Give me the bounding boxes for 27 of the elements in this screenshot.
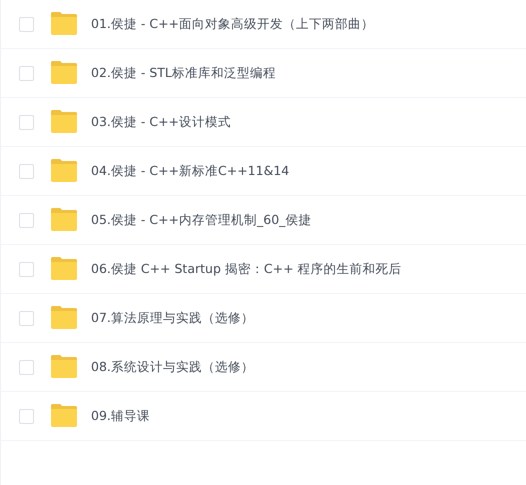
folder-name[interactable]: 09.辅导课 (91, 408, 150, 424)
folder-name[interactable]: 08.系统设计与实践（选修） (91, 358, 254, 376)
checkbox[interactable] (19, 408, 34, 424)
folder-name[interactable]: 01.侯捷 - C++面向对象高级开发（上下两部曲） (91, 16, 374, 32)
checkbox[interactable] (19, 212, 34, 228)
folder-icon (50, 61, 78, 85)
folder-icon (50, 306, 78, 330)
folder-name[interactable]: 05.侯捷 - C++内存管理机制_60_侯捷 (91, 212, 312, 228)
checkbox[interactable] (19, 310, 34, 326)
checkbox[interactable] (19, 262, 34, 276)
checkbox[interactable] (19, 16, 34, 32)
folder-icon (50, 208, 78, 232)
folder-icon (50, 404, 78, 428)
folder-icon (50, 12, 78, 36)
folder-icon (50, 159, 78, 183)
folder-icon (50, 110, 78, 134)
folder-name[interactable]: 06.侯捷 C++ Startup 揭密：C++ 程序的生前和死后 (91, 260, 402, 278)
folder-name[interactable]: 04.侯捷 - C++新标准C++11&14 (91, 162, 290, 180)
folder-name[interactable]: 03.侯捷 - C++设计模式 (91, 114, 232, 130)
folder-icon (50, 355, 78, 379)
checkbox[interactable] (19, 360, 34, 374)
folder-name[interactable]: 07.算法原理与实践（选修） (91, 310, 254, 326)
checkbox[interactable] (19, 66, 34, 80)
checkbox[interactable] (19, 114, 34, 130)
checkbox[interactable] (19, 164, 34, 178)
folder-name[interactable]: 02.侯捷 - STL标准库和泛型编程 (91, 64, 276, 82)
folder-icon (50, 257, 78, 281)
